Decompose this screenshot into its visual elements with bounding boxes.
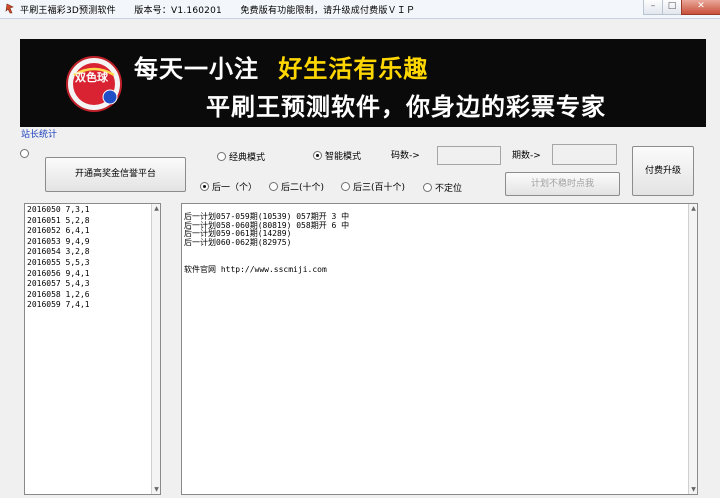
app-icon [5,3,14,14]
list-item[interactable]: 2016054 3,2,8 [25,247,160,258]
mode-classic-option[interactable]: 经典模式 [217,150,265,163]
list-item[interactable]: 2016059 7,4,1 [25,300,160,311]
scroll-down-icon[interactable]: ▼ [689,485,698,494]
window-title: 平刷王福彩3D预测软件 版本号：V1.160201 免费版有功能限制，请升级成付… [20,6,416,16]
list-item[interactable]: 2016051 5,2,8 [25,216,160,227]
mode-smart-radio[interactable] [313,151,322,160]
scroll-down-icon[interactable]: ▼ [152,485,161,494]
banner[interactable]: 双色球 每天一小注 好生活有乐趣 平刷王预测软件，你身边的彩票专家 [20,39,706,127]
close-button[interactable]: ✕ [681,0,720,15]
unstable-plan-button[interactable]: 计划不稳时点我 [505,172,620,196]
banner-slogan-2: 平刷王预测软件，你身边的彩票专家 [206,93,606,121]
list-item[interactable]: 2016052 6,4,1 [25,226,160,237]
list-item[interactable]: 2016057 5,4,3 [25,279,160,290]
position-last1-radio[interactable] [200,182,209,191]
website-line: 软件官网 http://www.sscmiji.com [184,265,327,274]
banner-slogan-1b: 好生活有乐趣 [278,55,429,83]
upgrade-button[interactable]: 付费升级 [632,146,694,196]
position-last2-radio[interactable] [269,182,278,191]
unlabeled-radio[interactable] [20,149,29,158]
mode-smart-option[interactable]: 智能模式 [313,149,361,162]
position-last3-radio[interactable] [341,182,350,191]
mode-classic-radio[interactable] [217,152,226,161]
open-platform-button[interactable]: 开通高奖金信誉平台 [45,157,186,192]
list-item[interactable]: 2016055 5,5,3 [25,258,160,269]
close-icon: ✕ [697,1,705,11]
banner-slogan-1a: 每天一小注 [134,55,259,83]
list-item[interactable]: 2016056 9,4,1 [25,269,160,280]
position-last3-option[interactable]: 后三(百十个) [341,180,405,193]
code-count-input[interactable] [437,146,501,165]
list-item[interactable]: 2016058 1,2,6 [25,290,160,301]
minimize-button[interactable]: – [643,0,663,15]
history-scrollbar[interactable]: ▲ ▼ [151,204,160,494]
list-item[interactable]: 2016050 7,3,1 [25,205,160,216]
period-count-label: 期数-> [512,151,541,161]
position-last1-option[interactable]: 后一（个） [200,180,257,193]
output-scrollbar[interactable]: ▲ ▼ [688,204,697,494]
stats-link[interactable]: 站长统计 [21,127,57,140]
period-count-input[interactable] [552,144,617,165]
maximize-icon: □ [667,1,677,11]
draw-history-list[interactable]: 2016050 7,3,1 2016051 5,2,8 2016052 6,4,1 2… [24,203,161,495]
logo-text: 双色球 [75,71,108,84]
position-unfixed-radio[interactable] [423,183,432,192]
code-count-label: 码数-> [391,151,420,161]
banner-slogan-1: 每天一小注 好生活有乐趣 [134,49,428,84]
scroll-up-icon[interactable]: ▲ [152,204,161,213]
list-item[interactable]: 2016053 9,4,9 [25,237,160,248]
prediction-output[interactable]: 后一计划057-059期(10539) 057期开 3 中后一计划058-060… [181,203,698,495]
output-line: 后一计划060-062期(82975) [184,237,292,247]
title-bar: 平刷王福彩3D预测软件 版本号：V1.160201 免费版有功能限制，请升级成付… [0,0,720,19]
maximize-button[interactable]: □ [662,0,682,15]
scroll-up-icon[interactable]: ▲ [689,204,698,213]
position-unfixed-option[interactable]: 不定位 [423,181,462,194]
minimize-icon: – [650,1,656,11]
position-last2-option[interactable]: 后二(十个) [269,180,324,193]
